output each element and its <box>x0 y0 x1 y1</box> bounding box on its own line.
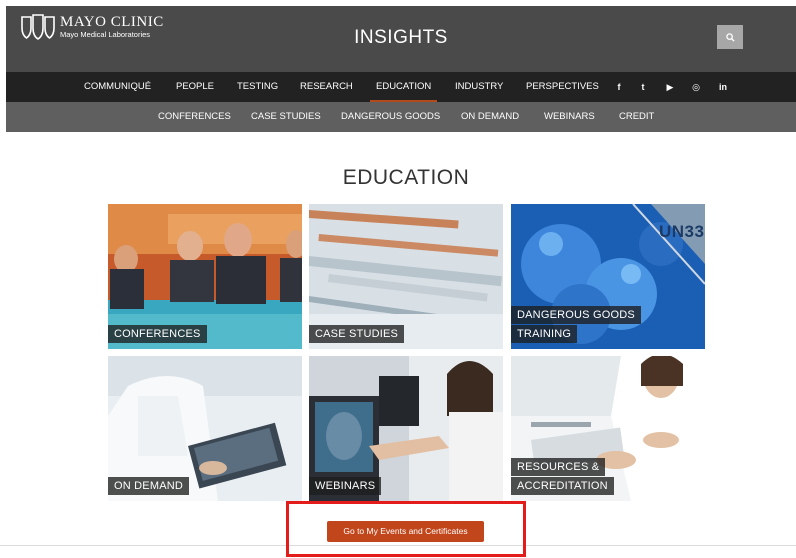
subnav-item-dangerous-goods[interactable]: DANGEROUS GOODS <box>341 102 440 132</box>
tile-resources-accreditation[interactable]: RESOURCES & ACCREDITATION <box>511 356 705 501</box>
tile-label-resources: RESOURCES & <box>511 458 606 476</box>
tile-label-case-studies: CASE STUDIES <box>309 325 405 343</box>
primary-nav: COMMUNIQUÉ PEOPLE TESTING RESEARCH EDUCA… <box>6 72 796 102</box>
tile-label-dangerous-goods: DANGEROUS GOODS <box>511 306 641 324</box>
tile-label-webinars: WEBINARS <box>309 477 382 495</box>
nav-item-testing[interactable]: TESTING <box>237 72 278 102</box>
tile-webinars[interactable]: WEBINARS <box>309 356 503 501</box>
subnav-item-webinars[interactable]: WEBINARS <box>544 102 595 132</box>
subnav-item-case-studies[interactable]: CASE STUDIES <box>251 102 321 132</box>
tile-conferences[interactable]: CONFERENCES <box>108 204 302 349</box>
facebook-icon[interactable]: f <box>612 72 626 102</box>
my-events-certificates-button[interactable]: Go to My Events and Certificates <box>327 521 484 542</box>
tile-dangerous-goods-training[interactable]: UN33 DANGEROUS GOODS TRAINING <box>511 204 705 349</box>
site-title[interactable]: INSIGHTS <box>6 27 796 49</box>
nav-item-research[interactable]: RESEARCH <box>300 72 353 102</box>
site-header: MAYO CLINIC Mayo Medical Laboratories IN… <box>6 6 796 72</box>
nav-item-people[interactable]: PEOPLE <box>176 72 214 102</box>
nav-item-communique[interactable]: COMMUNIQUÉ <box>84 72 151 102</box>
tile-label-accreditation: ACCREDITATION <box>511 477 614 495</box>
linkedin-icon[interactable]: in <box>716 72 730 102</box>
subnav-item-on-demand[interactable]: ON DEMAND <box>461 102 519 132</box>
subnav-item-credit[interactable]: CREDIT <box>619 102 654 132</box>
subnav-item-conferences[interactable]: CONFERENCES <box>158 102 231 132</box>
tile-label-conferences: CONFERENCES <box>108 325 207 343</box>
tile-label-on-demand: ON DEMAND <box>108 477 190 495</box>
secondary-nav: CONFERENCES CASE STUDIES DANGEROUS GOODS… <box>6 102 796 132</box>
page-title: EDUCATION <box>342 166 470 189</box>
tile-case-studies[interactable]: CASE STUDIES <box>309 204 503 349</box>
nav-item-industry[interactable]: INDUSTRY <box>455 72 503 102</box>
twitter-icon[interactable]: t <box>636 72 650 102</box>
search-icon <box>725 32 735 42</box>
tile-label-training: TRAINING <box>511 325 578 343</box>
search-button[interactable] <box>717 25 743 49</box>
instagram-icon[interactable]: ◎ <box>689 72 703 102</box>
nav-item-perspectives[interactable]: PERSPECTIVES <box>526 72 599 102</box>
nav-item-education[interactable]: EDUCATION <box>369 72 438 102</box>
un-placard-text: UN33 <box>659 222 705 241</box>
tile-on-demand[interactable]: ON DEMAND <box>108 356 302 501</box>
youtube-icon[interactable]: ▶ <box>663 72 677 102</box>
